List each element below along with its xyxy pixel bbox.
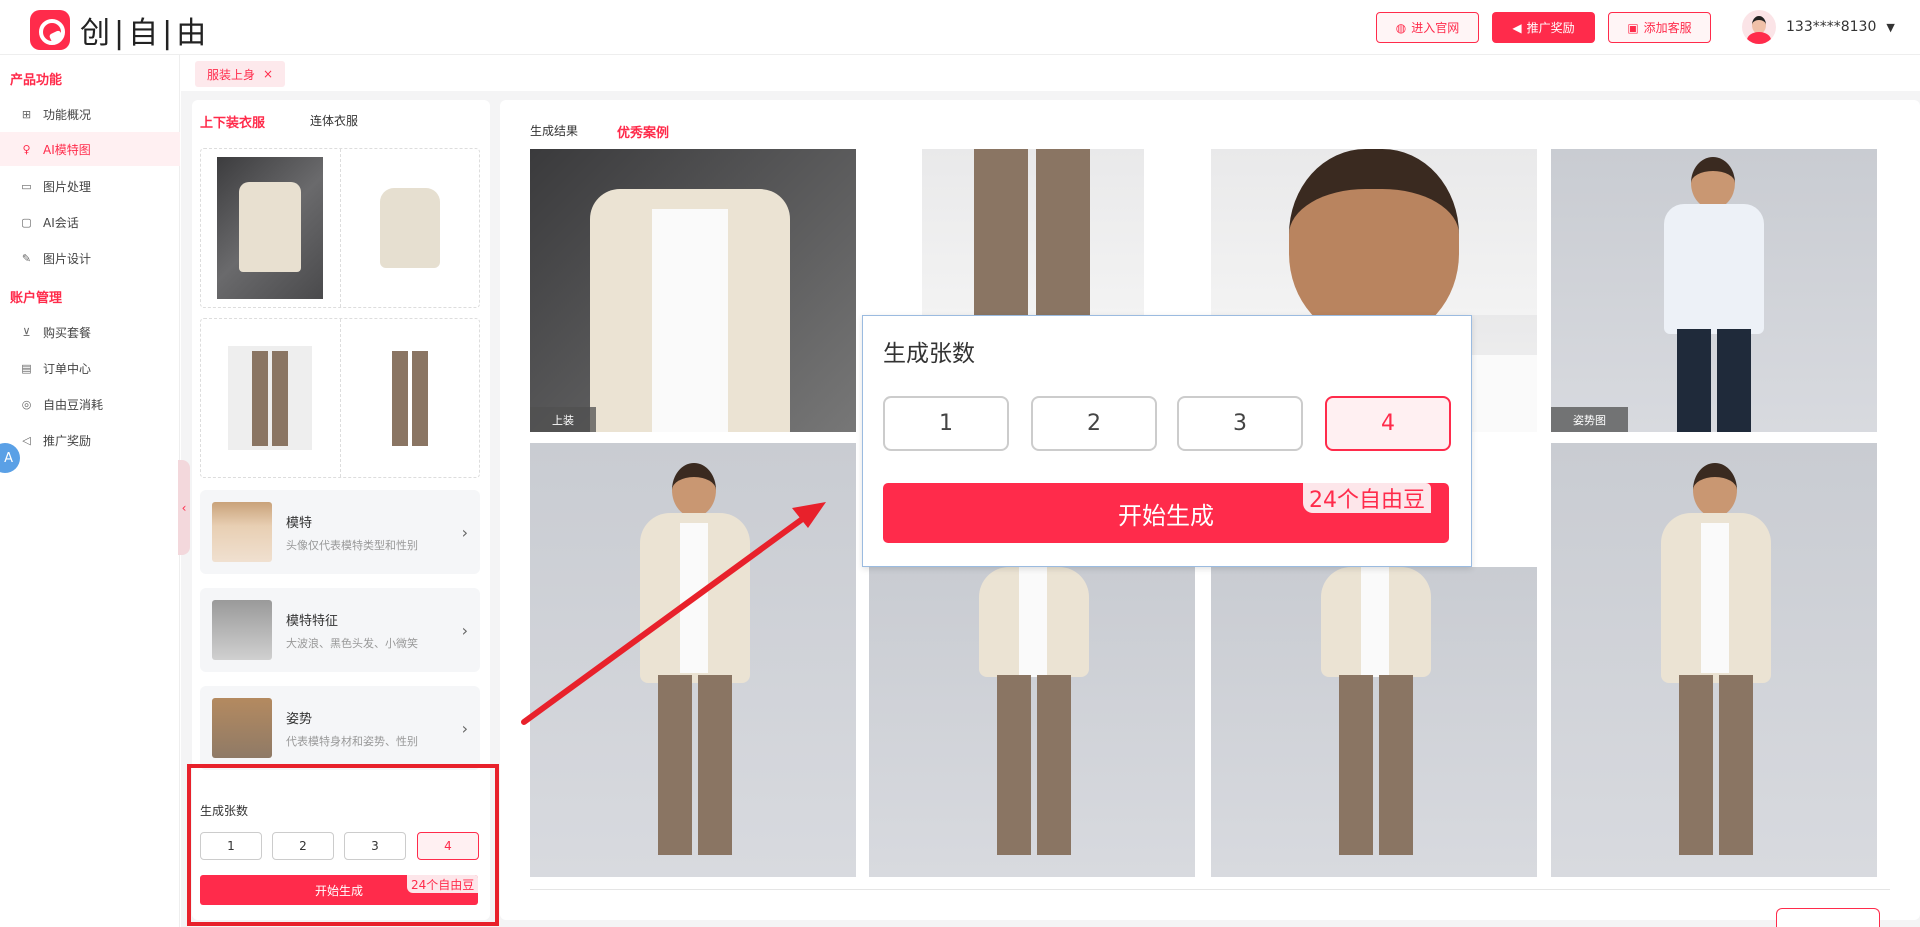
zoom-count-option-3[interactable]: 3 [1177,396,1303,451]
zoom-count-option-1[interactable]: 1 [883,396,1009,451]
zoom-count-option-2[interactable]: 2 [1031,396,1157,451]
zoom-count-option-4[interactable]: 4 [1325,396,1451,451]
zoom-cost-badge: 24个自由豆 [1303,483,1431,513]
arrow-shaft [521,509,815,725]
zoom-title: 生成张数 [883,341,975,367]
zoomed-count-panel: 生成张数 1 2 3 4 开始生成 24个自由豆 [862,315,1472,567]
